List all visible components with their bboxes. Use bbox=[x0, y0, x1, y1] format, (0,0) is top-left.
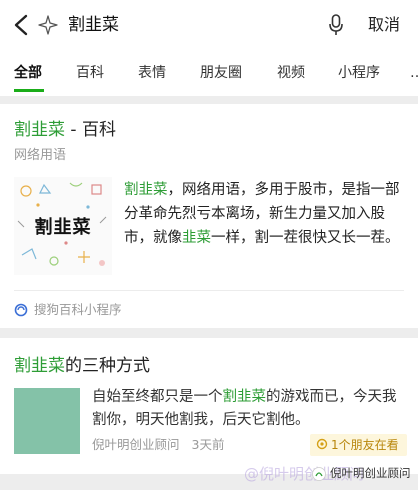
active-tab-indicator bbox=[14, 89, 44, 92]
article-title[interactable]: 割韭菜的三种方式 bbox=[14, 354, 150, 378]
watching-icon bbox=[316, 438, 328, 450]
tab-videos[interactable]: 视频 bbox=[277, 62, 305, 84]
friends-watching-badge: 1个朋友在看 bbox=[310, 434, 407, 456]
tab-moments[interactable]: 朋友圈 bbox=[200, 62, 242, 84]
cancel-button[interactable]: 取消 bbox=[368, 12, 400, 38]
back-arrow-icon[interactable] bbox=[12, 14, 32, 36]
search-input[interactable]: 割韭菜 bbox=[68, 12, 119, 38]
sparkle-icon[interactable] bbox=[37, 14, 59, 36]
article-result-card[interactable]: 割韭菜的三种方式 自始至终都只是一个割韭菜的游戏而已，今天我割你，明天他割我，后… bbox=[0, 338, 418, 474]
watermark-account: 倪叶明创业顾问 bbox=[330, 466, 411, 480]
result-subtitle: 网络用语 bbox=[14, 148, 67, 163]
tab-more[interactable]: … bbox=[410, 62, 418, 84]
result-description: 割韭菜，网络用语，多用于股市，是指一部分革命先烈亏本离场，新生力量又加入股市，就… bbox=[124, 182, 400, 246]
tab-stickers[interactable]: 表情 bbox=[138, 62, 166, 84]
microphone-icon[interactable] bbox=[328, 13, 344, 37]
watermark: @倪叶明创业顾问 倪叶明创业顾问 bbox=[234, 462, 418, 486]
mini-program-icon bbox=[14, 303, 28, 317]
article-description: 自始至终都只是一个割韭菜的游戏而已，今天我割你，明天他割我，后天它割他。 bbox=[92, 389, 397, 428]
search-bar: 割韭菜 取消 bbox=[0, 0, 418, 50]
result-source[interactable]: 搜狗百科小程序 bbox=[34, 300, 122, 320]
divider bbox=[14, 290, 404, 291]
tab-mini-programs[interactable]: 小程序 bbox=[338, 62, 380, 84]
tab-bar: 全部 百科 表情 朋友圈 视频 小程序 … bbox=[0, 50, 418, 96]
wechat-logo-icon bbox=[312, 467, 326, 481]
article-author[interactable]: 倪叶明创业顾问 bbox=[92, 437, 180, 452]
thumbnail-caption: 割韭菜 bbox=[34, 217, 92, 238]
article-time: 3天前 bbox=[191, 437, 225, 452]
result-title[interactable]: 割韭菜 - 百科 bbox=[14, 118, 116, 142]
result-thumbnail[interactable]: 割韭菜 bbox=[14, 177, 112, 275]
encyclopedia-result-card[interactable]: 割韭菜 - 百科 网络用语 割韭菜 割韭菜，网络用语，多用于股市，是指一部分革命… bbox=[0, 104, 418, 328]
article-meta: 倪叶明创业顾问 3天前 bbox=[92, 436, 232, 454]
tab-encyclopedia[interactable]: 百科 bbox=[76, 62, 104, 84]
article-thumbnail[interactable] bbox=[14, 388, 80, 454]
tab-all[interactable]: 全部 bbox=[14, 62, 42, 84]
